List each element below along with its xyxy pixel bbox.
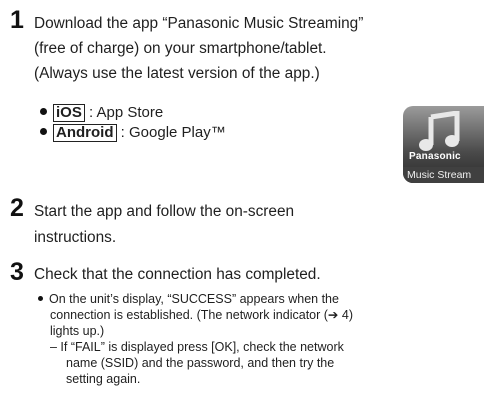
step-3-number: 3: [10, 258, 24, 286]
bullet-icon: [40, 128, 47, 135]
app-brand: Panasonic: [409, 151, 461, 162]
note-line-4: – If “FAIL” is displayed press [OK], che…: [50, 340, 344, 354]
platform-separator: :: [84, 104, 97, 121]
step-1-line-1: Download the app “Panasonic Music Stream…: [34, 15, 364, 32]
app-name: Music Stream: [403, 167, 484, 183]
note-line-1: On the unit’s display, “SUCCESS” appears…: [38, 292, 339, 308]
bullet-icon: [38, 296, 43, 301]
note-text: On the unit’s display, “SUCCESS” appears…: [49, 292, 339, 306]
step-3-line-1: Check that the connection has completed.: [34, 266, 321, 283]
step-2-number: 2: [10, 194, 24, 222]
android-store: Google Play™: [129, 124, 226, 141]
ios-store: App Store: [96, 104, 164, 121]
platform-separator: :: [116, 124, 130, 141]
app-icon: Panasonic Music Stream: [403, 106, 484, 183]
note-line-5: name (SSID) and the password, and then t…: [66, 356, 335, 370]
step-1-number: 1: [10, 6, 24, 34]
platform-android: Android : Google Play™: [40, 123, 226, 143]
platform-ios: iOS : App Store: [40, 103, 163, 123]
music-note-icon: [419, 111, 460, 151]
step-2-line-2: instructions.: [34, 229, 117, 246]
note-line-3: lights up.): [50, 324, 105, 338]
note-line-2: connection is established. (The network …: [50, 308, 353, 322]
step-1-line-2: (free of charge) on your smartphone/tabl…: [34, 40, 327, 57]
note-line-6: setting again.: [66, 372, 141, 386]
step-2-line-1: Start the app and follow the on-screen: [34, 203, 295, 220]
bullet-icon: [40, 108, 47, 115]
android-tag: Android: [53, 124, 117, 142]
ios-tag: iOS: [53, 104, 85, 122]
step-1-line-3: (Always use the latest version of the ap…: [34, 65, 320, 82]
